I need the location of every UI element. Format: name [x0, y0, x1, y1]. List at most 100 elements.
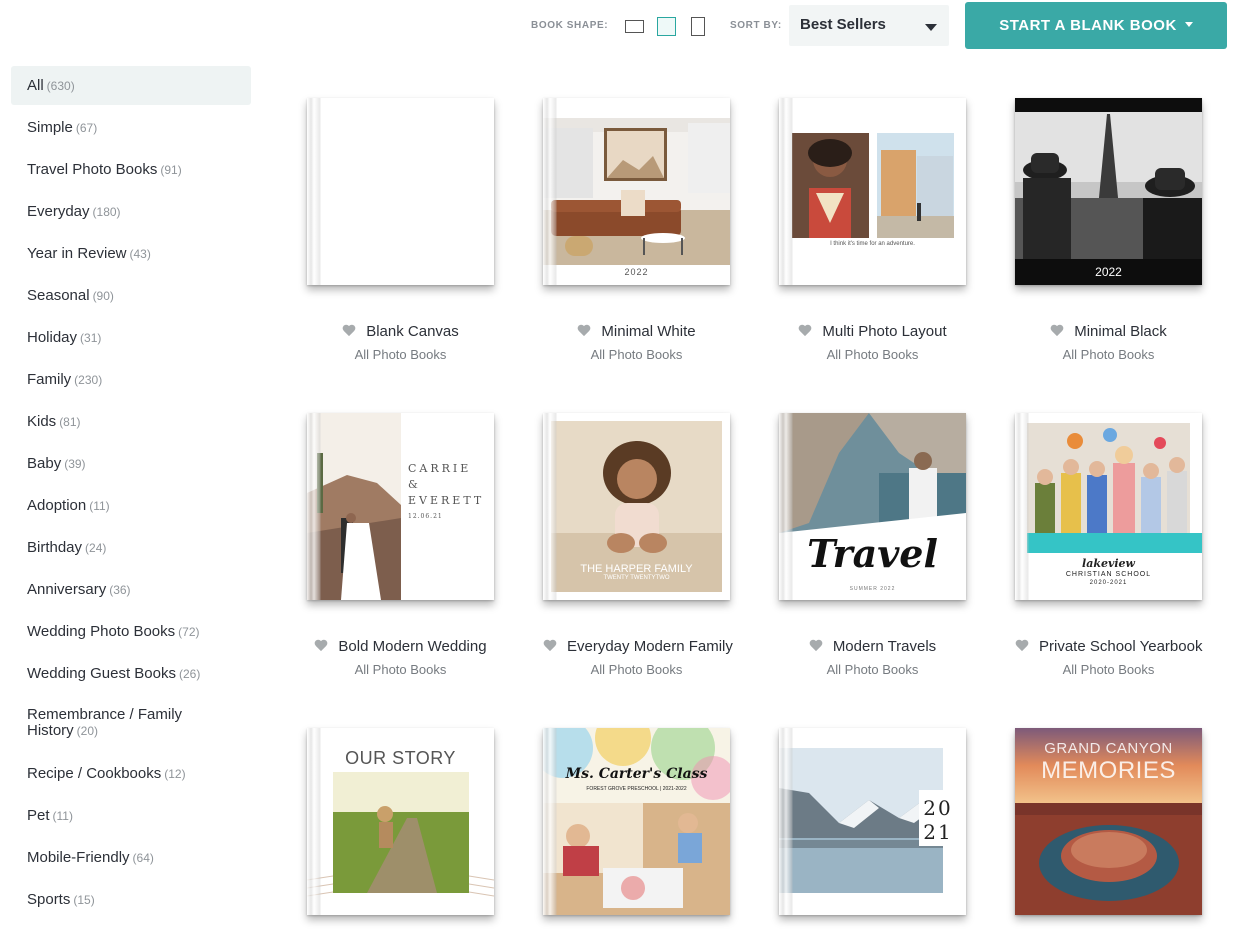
sidebar-item-family[interactable]: Family (230): [11, 357, 251, 399]
book-title: Private School Yearbook: [1039, 638, 1203, 655]
book-title: Blank Canvas: [366, 323, 459, 340]
book-title-row[interactable]: Blank Canvas: [307, 323, 494, 340]
book-category: All Photo Books: [354, 347, 447, 362]
book-cover-mountain-lake[interactable]: 20 21: [779, 728, 966, 915]
sidebar-item-label: All: [27, 77, 44, 94]
portrait-shape-button[interactable]: [688, 14, 708, 38]
book-cover-grand-canyon[interactable]: GRAND CANYON MEMORIES: [1015, 728, 1202, 915]
book-category: All Photo Books: [826, 662, 919, 677]
book-title-row[interactable]: Modern Travels: [779, 638, 966, 655]
sidebar-item-seasonal[interactable]: Seasonal (90): [11, 273, 251, 315]
heart-icon[interactable]: [809, 640, 823, 652]
sidebar-item-year-in-review[interactable]: Year in Review (43): [11, 231, 251, 273]
book-cover-multi-photo[interactable]: I think it's time for an adventure.: [779, 98, 966, 285]
cover-title: Travel: [807, 531, 938, 576]
sidebar-item-holiday[interactable]: Holiday (31): [11, 315, 251, 357]
book-shape-label: BOOK SHAPE:: [531, 20, 609, 31]
sidebar-item-label: Travel Photo Books: [27, 161, 158, 178]
book-title: Minimal Black: [1074, 323, 1167, 340]
cover-name-2: EVERETT: [408, 494, 485, 507]
sidebar-item-count: (64): [132, 851, 154, 865]
sidebar-item-remembrance[interactable]: Remembrance / Family History (20): [11, 693, 251, 751]
sidebar-item-travel[interactable]: Travel Photo Books (91): [11, 147, 251, 189]
sidebar-item-simple[interactable]: Simple (67): [11, 105, 251, 147]
heart-icon[interactable]: [342, 325, 356, 337]
book-category: All Photo Books: [590, 662, 683, 677]
book-title-row[interactable]: Everyday Modern Family: [543, 638, 733, 655]
sidebar-item-pet[interactable]: Pet (11): [11, 793, 251, 835]
sidebar-item-count: (20): [76, 724, 99, 738]
book-title-row[interactable]: Bold Modern Wedding: [307, 638, 494, 655]
cover-year-line2: 21: [923, 820, 953, 844]
heart-icon[interactable]: [798, 325, 812, 337]
sidebar-item-label: Birthday: [27, 539, 83, 556]
sidebar-item-all[interactable]: All (630): [11, 66, 251, 105]
cover-name-1: CARRIE: [408, 462, 472, 475]
chevron-down-icon: [925, 24, 937, 31]
cover-family-name: THE HARPER FAMILY: [580, 563, 693, 575]
heart-icon[interactable]: [1050, 325, 1064, 337]
book-category: All Photo Books: [826, 347, 919, 362]
book-title-row[interactable]: Minimal Black: [1015, 323, 1202, 340]
heart-icon[interactable]: [543, 640, 557, 652]
sidebar-item-anniversary[interactable]: Anniversary (36): [11, 567, 251, 609]
multi-photo-collage: [792, 133, 954, 238]
sidebar-item-everyday[interactable]: Everyday (180): [11, 189, 251, 231]
book-cover-modern-travels[interactable]: Travel SUMMER 2022: [779, 413, 966, 600]
book-cover-bold-modern-wedding[interactable]: CARRIE & EVERETT 12.06.21: [307, 413, 494, 600]
sidebar-item-mobile-friendly[interactable]: Mobile-Friendly (64): [11, 835, 251, 877]
book-category: All Photo Books: [1062, 662, 1155, 677]
square-shape-icon: [656, 16, 676, 36]
cover-title: THE HARPER FAMILY TWENTY TWENTYTWO: [543, 563, 730, 581]
sidebar-item-count: (39): [64, 457, 86, 471]
cover-caption: I think it's time for an adventure.: [830, 241, 915, 247]
heart-icon[interactable]: [577, 325, 591, 337]
book-cover-class-yearbook[interactable]: Ms. Carter's Class FOREST GROVE PRESCHOO…: [543, 728, 730, 915]
sidebar-item-sports[interactable]: Sports (15): [11, 877, 251, 919]
book-title: Everyday Modern Family: [567, 638, 733, 655]
sidebar-item-label: Recipe / Cookbooks: [27, 765, 162, 782]
heart-icon[interactable]: [1015, 640, 1029, 652]
sidebar-item-count: (72): [178, 625, 200, 639]
book-title-row[interactable]: Private School Yearbook: [1015, 638, 1202, 655]
cover-school-year: 2020-2021: [1089, 580, 1128, 586]
sidebar-item-label: Adoption: [27, 497, 87, 514]
book-category: All Photo Books: [590, 347, 683, 362]
book-title: Multi Photo Layout: [822, 323, 947, 340]
book-cover-minimal-black[interactable]: 2022: [1015, 98, 1202, 285]
cover-date: 12.06.21: [408, 513, 443, 520]
cover-year: 2022: [1095, 265, 1122, 279]
sidebar-item-label: Anniversary: [27, 581, 107, 598]
book-cover-everyday-modern-family[interactable]: THE HARPER FAMILY TWENTY TWENTYTWO: [543, 413, 730, 600]
sidebar-item-recipe[interactable]: Recipe / Cookbooks (12): [11, 751, 251, 793]
top-toolbar: BOOK SHAPE: SORT BY: Best Sellers START …: [0, 0, 1260, 56]
sidebar-item-wedding-photo-books[interactable]: Wedding Photo Books (72): [11, 609, 251, 651]
sidebar-item-label: Seasonal: [27, 287, 90, 304]
square-shape-button[interactable]: [654, 14, 678, 38]
sidebar-item-wedding-guest-books[interactable]: Wedding Guest Books (26): [11, 651, 251, 693]
landscape-shape-button[interactable]: [622, 14, 646, 38]
book-spine: [543, 413, 557, 600]
sidebar-item-birthday[interactable]: Birthday (24): [11, 525, 251, 567]
sidebar-item-label: Sports: [27, 891, 71, 908]
sidebar-item-count: (230): [74, 373, 103, 387]
book-cover-private-school-yearbook[interactable]: lakeview CHRISTIAN SCHOOL 2020-2021: [1015, 413, 1202, 600]
book-cover-blank-canvas[interactable]: [307, 98, 494, 285]
start-blank-book-button[interactable]: START A BLANK BOOK: [965, 2, 1227, 49]
book-title-row[interactable]: Multi Photo Layout: [779, 323, 966, 340]
heart-icon[interactable]: [314, 640, 328, 652]
sidebar-item-baby[interactable]: Baby (39): [11, 441, 251, 483]
sidebar-item-label: Mobile-Friendly: [27, 849, 130, 866]
sidebar-item-adoption[interactable]: Adoption (11): [11, 483, 251, 525]
category-sidebar: All (630) Simple (67) Travel Photo Books (9…: [11, 66, 251, 919]
book-title-row[interactable]: Minimal White: [543, 323, 730, 340]
sort-select[interactable]: Best Sellers: [789, 5, 949, 46]
cover-school-name: lakeview CHRISTIAN SCHOOL 2020-2021: [1015, 558, 1202, 587]
sort-by-label: SORT BY:: [730, 20, 782, 31]
book-cover-our-story[interactable]: OUR STORY: [307, 728, 494, 915]
sidebar-item-count: (11): [89, 499, 110, 513]
sidebar-item-kids[interactable]: Kids (81): [11, 399, 251, 441]
sidebar-item-count: (12): [164, 767, 186, 781]
book-cover-minimal-white[interactable]: 2022: [543, 98, 730, 285]
sidebar-item-label: Wedding Guest Books: [27, 665, 176, 682]
